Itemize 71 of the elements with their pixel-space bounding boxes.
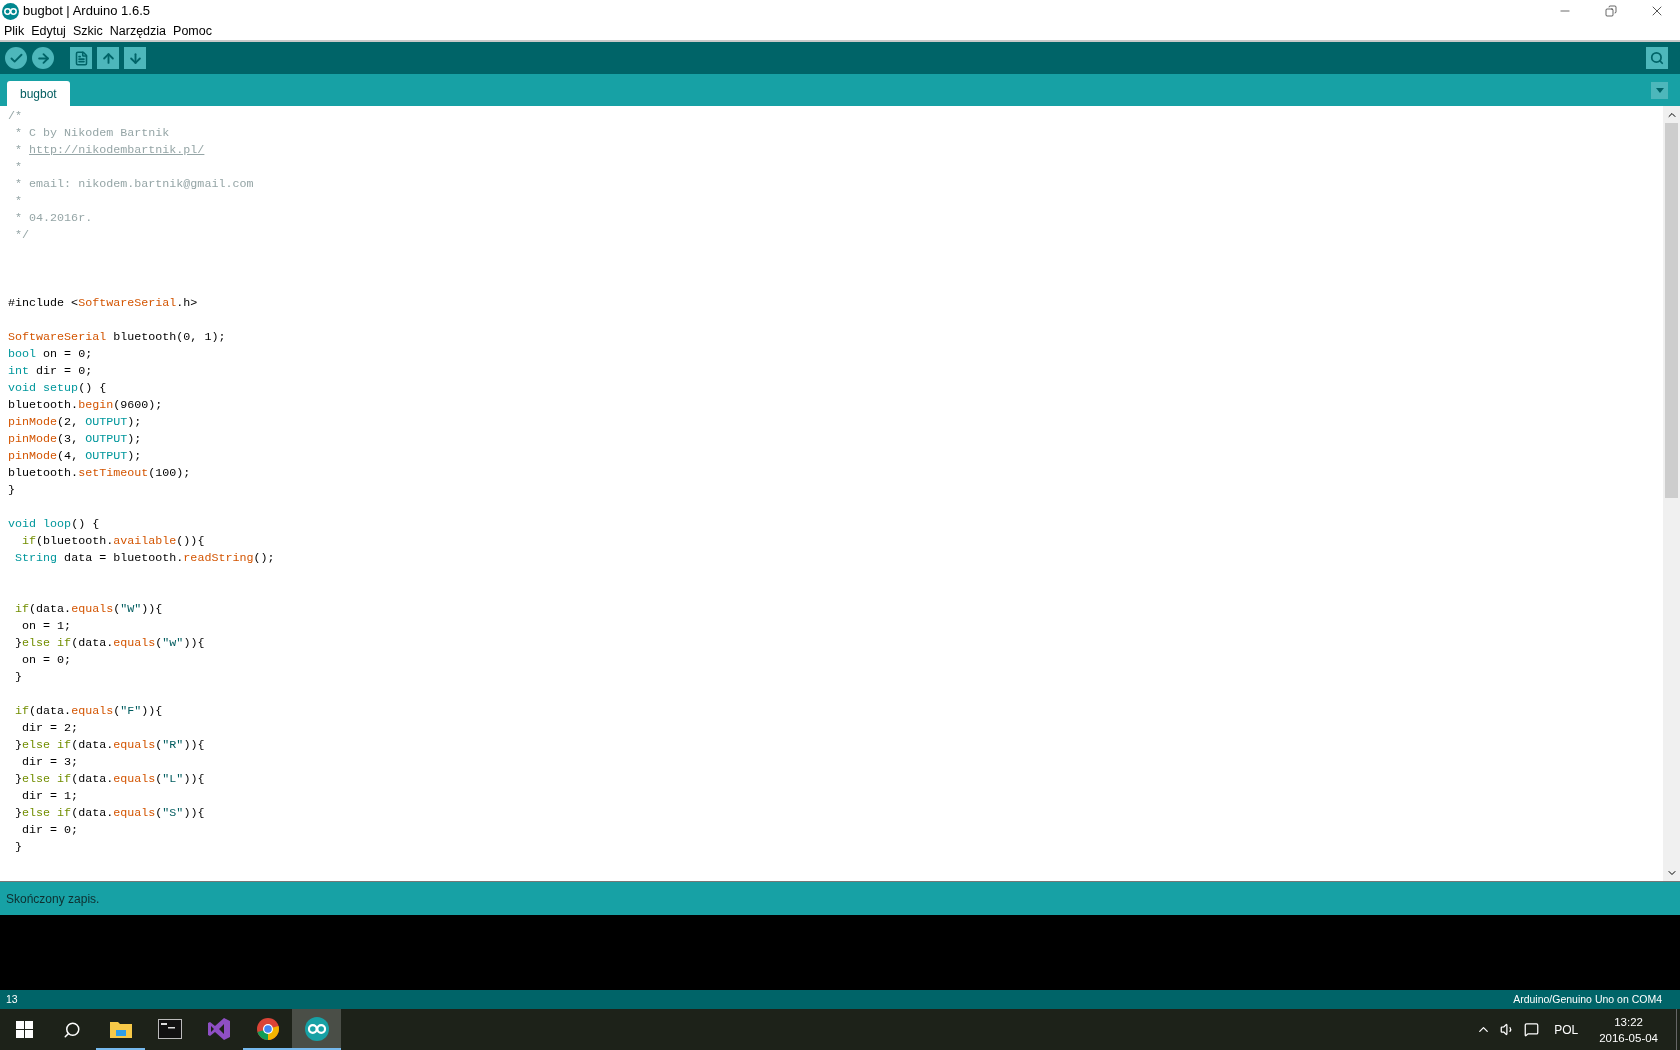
notification-icon[interactable] bbox=[1524, 1022, 1540, 1037]
code-line: * C by Nikodem Bartnik bbox=[14, 126, 170, 140]
code-line: } bbox=[14, 840, 23, 854]
menu-item[interactable]: Pomoc bbox=[173, 21, 212, 41]
code-line: #include <SoftwareSerial.h> bbox=[8, 296, 198, 310]
arrow-down-icon bbox=[127, 50, 143, 66]
code-line: }else if(data.equals("S")){ bbox=[14, 806, 205, 820]
vertical-scrollbar[interactable] bbox=[1663, 106, 1680, 881]
code-line: dir = 1; bbox=[21, 789, 79, 803]
code-line: pinMode(4, OUTPUT); bbox=[8, 449, 142, 463]
code-line: void loop() { bbox=[8, 517, 100, 531]
code-line: * bbox=[14, 194, 23, 208]
board-info: Arduino/Genuino Uno on COM4 bbox=[1513, 991, 1663, 1007]
terminal-icon bbox=[157, 1018, 182, 1039]
code-line: } bbox=[8, 483, 15, 497]
input-language[interactable]: POL bbox=[1548, 1020, 1585, 1039]
code-line: if(data.equals("W")){ bbox=[14, 602, 163, 616]
code-line: on = 0; bbox=[21, 653, 72, 667]
code-line: bool on = 0; bbox=[8, 347, 93, 361]
code-line: void setup() { bbox=[8, 381, 107, 395]
infinity-logo-icon bbox=[304, 1016, 329, 1041]
code-line: bluetooth.setTimeout(100); bbox=[8, 466, 191, 480]
infinity-icon bbox=[206, 1016, 231, 1041]
code-line: } bbox=[14, 670, 23, 684]
code-line: dir = 2; bbox=[21, 721, 79, 735]
code-line: */ bbox=[14, 228, 30, 242]
line-number: 13 bbox=[6, 991, 18, 1007]
code-line: }else if(data.equals("R")){ bbox=[14, 738, 205, 752]
taskbar-app[interactable] bbox=[292, 1009, 341, 1050]
sketch-tab[interactable]: bugbot bbox=[7, 81, 70, 106]
open-button[interactable] bbox=[97, 47, 119, 69]
serial-monitor-button[interactable] bbox=[1646, 47, 1668, 69]
window-title: bugbot | Arduino 1.6.5 bbox=[23, 2, 150, 21]
clock[interactable]: 13:22 2016-05-04 bbox=[1593, 1013, 1664, 1046]
code-line: }else if(data.equals("L")){ bbox=[14, 772, 205, 786]
code-line: /* bbox=[8, 109, 23, 123]
code-line: * 04.2016r. bbox=[14, 211, 93, 225]
code-line: String data = bluetooth.readString(); bbox=[14, 551, 275, 565]
status-message: Skończony zapis. bbox=[6, 890, 100, 908]
menu-item[interactable]: Edytuj bbox=[31, 21, 66, 41]
save-button[interactable] bbox=[124, 47, 146, 69]
search-icon bbox=[63, 1020, 81, 1039]
menu-item[interactable]: Narzędzia bbox=[109, 21, 167, 41]
magnifier-icon bbox=[1650, 51, 1664, 65]
menu-item[interactable]: Plik bbox=[4, 21, 25, 41]
code-line: bluetooth.begin(9600); bbox=[8, 398, 163, 412]
code-line: dir = 0; bbox=[21, 823, 79, 837]
code-line: SoftwareSerial bluetooth(0, 1); bbox=[8, 330, 226, 344]
code-line: * email: nikodem.bartnik@gmail.com bbox=[14, 177, 254, 191]
document-icon bbox=[73, 50, 89, 66]
menu-item[interactable]: Szkic bbox=[72, 21, 103, 41]
upload-button[interactable] bbox=[32, 47, 54, 69]
scrollbar-thumb[interactable] bbox=[1665, 123, 1678, 498]
restore-icon bbox=[1605, 5, 1617, 17]
tab-menu-button[interactable] bbox=[1651, 81, 1668, 99]
code-line: dir = 3; bbox=[21, 755, 79, 769]
dropdown-triangle-icon bbox=[1655, 87, 1664, 93]
code-line: on = 1; bbox=[21, 619, 72, 633]
new-button[interactable] bbox=[70, 47, 92, 69]
verify-button[interactable] bbox=[5, 47, 27, 69]
code-line: pinMode(2, OUTPUT); bbox=[8, 415, 142, 429]
code-line: int dir = 0; bbox=[8, 364, 93, 378]
code-line: pinMode(3, OUTPUT); bbox=[8, 432, 142, 446]
code-comment: * bbox=[14, 142, 24, 159]
arrow-right-icon bbox=[35, 50, 51, 66]
windows-logo-icon bbox=[15, 1021, 33, 1038]
code-line: * bbox=[14, 160, 23, 174]
browser-icon bbox=[255, 1016, 280, 1041]
code-line: if(bluetooth.available()){ bbox=[21, 534, 205, 548]
code-line: if(data.equals("F")){ bbox=[14, 704, 163, 718]
code-line: }else if(data.equals("w")){ bbox=[14, 636, 205, 650]
